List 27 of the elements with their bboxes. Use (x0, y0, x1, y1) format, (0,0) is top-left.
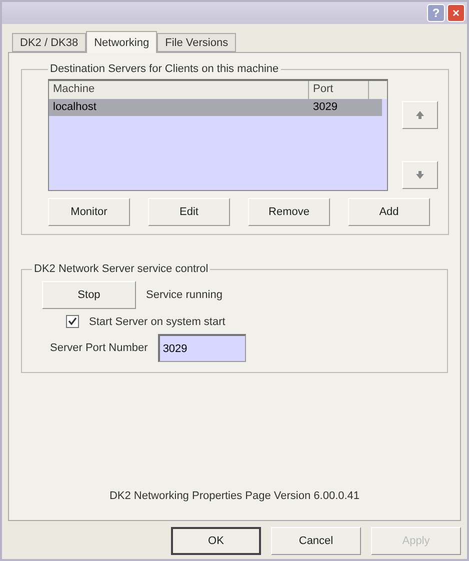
action-button[interactable]: Add (348, 198, 430, 226)
service-status: Service running (146, 289, 222, 301)
port-field[interactable]: 3029 (158, 334, 246, 362)
action-button[interactable]: Remove (248, 198, 330, 226)
dialog-button[interactable]: Cancel (271, 527, 361, 555)
move-up-button[interactable] (402, 101, 438, 129)
port-cell-text: 3029 (312, 100, 338, 115)
checkbox-label: Start Server on system start (89, 316, 226, 328)
tab[interactable]: Networking (86, 31, 158, 53)
server-list[interactable]: Machine Port localhost 3029 (48, 79, 388, 191)
action-button[interactable]: Monitor (48, 198, 130, 226)
up-arrow-icon (415, 110, 425, 120)
move-down-button[interactable] (402, 161, 438, 189)
dialog-button[interactable]: OK (171, 527, 261, 555)
tab[interactable]: File Versions (157, 33, 236, 52)
close-button[interactable]: × (447, 4, 465, 22)
stop-button[interactable]: Stop (42, 281, 136, 309)
tab[interactable]: DK2 / DK38 (12, 33, 86, 52)
group-title: Destination Servers for Clients on this machine (49, 63, 280, 75)
checkbox[interactable] (66, 315, 79, 328)
machine-cell-text: localhost (52, 100, 98, 115)
version-text: DK2 Networking Properties Page Version 6.00.0.41 (108, 490, 361, 502)
down-arrow-icon (415, 170, 425, 180)
action-button[interactable]: Edit (148, 198, 230, 226)
list-row[interactable]: localhost 3029 (49, 99, 382, 116)
field-label: Server Port Number (50, 342, 148, 354)
group-title: DK2 Network Server service control (33, 263, 210, 275)
